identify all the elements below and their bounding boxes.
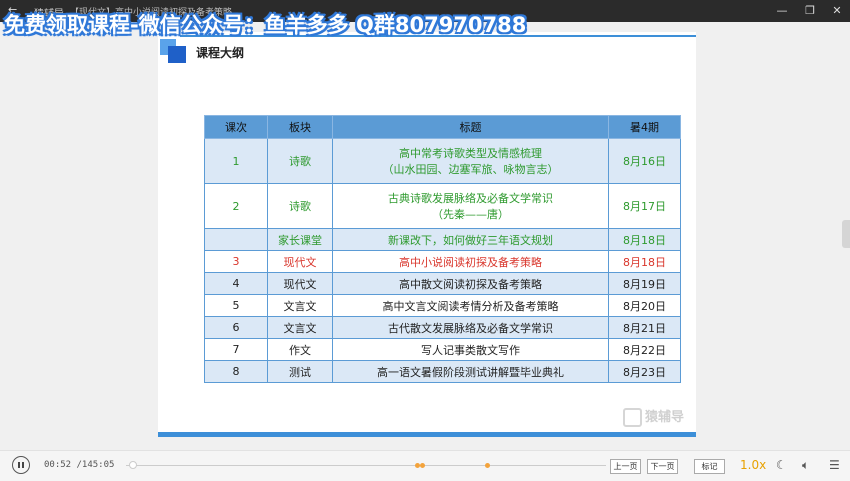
cell-date: 8月21日 bbox=[608, 316, 681, 339]
cell-date: 8月20日 bbox=[608, 294, 681, 317]
cell-block: 文言文 bbox=[267, 316, 333, 339]
cell-lesson: 1 bbox=[204, 138, 268, 184]
restore-button[interactable]: ❐ bbox=[801, 3, 819, 19]
prev-page-button[interactable]: 上一页 bbox=[610, 459, 641, 474]
cell-lesson: 2 bbox=[204, 183, 268, 229]
table-row: 7 作文 写人记事类散文写作 8月22日 bbox=[204, 338, 681, 361]
slide-watermark: 猿辅导 bbox=[622, 406, 684, 427]
playback-speed-button[interactable]: 1.0x bbox=[740, 458, 766, 472]
cell-lesson: 5 bbox=[204, 294, 268, 317]
cell-date: 8月22日 bbox=[608, 338, 681, 361]
cell-title: 古代散文发展脉络及必备文学常识 bbox=[332, 316, 609, 339]
table-row: 3 现代文 高中小说阅读初探及备考策略 8月18日 bbox=[204, 250, 681, 273]
cell-title: 古典诗歌发展脉络及必备文学常识 （先秦——唐） bbox=[332, 183, 609, 229]
title-line: 古典诗歌发展脉络及必备文学常识 bbox=[388, 192, 553, 205]
cell-date: 8月23日 bbox=[608, 360, 681, 383]
cell-lesson: 8 bbox=[204, 360, 268, 383]
table-row: 家长课堂 新课改下，如何做好三年语文规划 8月18日 bbox=[204, 228, 681, 251]
progress-marker[interactable] bbox=[420, 463, 425, 468]
table-row: 6 文言文 古代散文发展脉络及必备文学常识 8月21日 bbox=[204, 316, 681, 339]
title-line: 高中常考诗歌类型及情感梳理 bbox=[399, 147, 542, 160]
lesson-slide: 课程大纲 课次 板块 标题 暑4期 1 诗歌 高中常考诗歌类型及情感梳理 （山水田… bbox=[158, 32, 696, 437]
cell-date: 8月18日 bbox=[608, 250, 681, 273]
next-page-button[interactable]: 下一页 bbox=[647, 459, 678, 474]
table-row: 5 文言文 高中文言文阅读考情分析及备考策略 8月20日 bbox=[204, 294, 681, 317]
cell-lesson: 7 bbox=[204, 338, 268, 361]
progress-marker[interactable] bbox=[485, 463, 490, 468]
player-controls: 00:52 /145:05 上一页 下一页 标记 1.0x ☾ 🔈︎ ☰ bbox=[0, 450, 850, 481]
cell-lesson: 4 bbox=[204, 272, 268, 295]
cell-block: 家长课堂 bbox=[267, 228, 333, 251]
cell-date: 8月17日 bbox=[608, 183, 681, 229]
slide-bottom-rule bbox=[158, 432, 696, 437]
cell-title: 高中常考诗歌类型及情感梳理 （山水田园、边塞军旅、咏物言志） bbox=[332, 138, 609, 184]
cell-title: 高中小说阅读初探及备考策略 bbox=[332, 250, 609, 273]
cell-date: 8月19日 bbox=[608, 272, 681, 295]
course-outline-table: 课次 板块 标题 暑4期 1 诗歌 高中常考诗歌类型及情感梳理 （山水田园、边塞军… bbox=[204, 115, 681, 383]
header-schedule: 暑4期 bbox=[608, 115, 681, 139]
cell-block: 现代文 bbox=[267, 250, 333, 273]
cell-lesson: 6 bbox=[204, 316, 268, 339]
close-button[interactable]: ✕ bbox=[828, 3, 846, 19]
cell-block: 现代文 bbox=[267, 272, 333, 295]
table-row: 8 测试 高一语文暑假阶段测试讲解暨毕业典礼 8月23日 bbox=[204, 360, 681, 383]
table-row: 2 诗歌 古典诗歌发展脉络及必备文学常识 （先秦——唐） 8月17日 bbox=[204, 183, 681, 229]
watermark-logo-icon bbox=[622, 408, 642, 427]
cell-block: 诗歌 bbox=[267, 138, 333, 184]
bookmark-button[interactable]: 标记 bbox=[694, 459, 725, 474]
cell-lesson bbox=[204, 228, 268, 251]
cell-title: 高一语文暑假阶段测试讲解暨毕业典礼 bbox=[332, 360, 609, 383]
watermark-text: 猿辅导 bbox=[644, 410, 684, 425]
cell-lesson: 3 bbox=[204, 250, 268, 273]
cell-title: 新课改下，如何做好三年语文规划 bbox=[332, 228, 609, 251]
cell-title: 高中散文阅读初探及备考策略 bbox=[332, 272, 609, 295]
header-block: 板块 bbox=[267, 115, 333, 139]
table-row: 4 现代文 高中散文阅读初探及备考策略 8月19日 bbox=[204, 272, 681, 295]
menu-icon[interactable]: ☰ bbox=[829, 458, 840, 472]
title-line: （山水田园、边塞军旅、咏物言志） bbox=[382, 163, 559, 176]
promo-overlay-text: 免费领取课程-微信公众号：鱼羊多多 Q群807970788 bbox=[4, 13, 527, 37]
volume-icon[interactable]: 🔈︎ bbox=[802, 458, 809, 473]
cell-date: 8月16日 bbox=[608, 138, 681, 184]
table-header-row: 课次 板块 标题 暑4期 bbox=[204, 115, 681, 139]
cell-block: 文言文 bbox=[267, 294, 333, 317]
playback-time: 00:52 /145:05 bbox=[44, 460, 115, 470]
slide-logo-icon bbox=[160, 39, 186, 63]
cell-date: 8月18日 bbox=[608, 228, 681, 251]
header-lesson: 课次 bbox=[204, 115, 268, 139]
cell-title: 高中文言文阅读考情分析及备考策略 bbox=[332, 294, 609, 317]
side-panel-toggle[interactable] bbox=[842, 220, 850, 248]
header-title: 标题 bbox=[332, 115, 609, 139]
slide-heading: 课程大纲 bbox=[196, 46, 245, 60]
cell-block: 作文 bbox=[267, 338, 333, 361]
night-mode-icon[interactable]: ☾ bbox=[776, 458, 787, 472]
cell-block: 诗歌 bbox=[267, 183, 333, 229]
table-row: 1 诗歌 高中常考诗歌类型及情感梳理 （山水田园、边塞军旅、咏物言志） 8月16日 bbox=[204, 138, 681, 184]
progress-track[interactable] bbox=[126, 465, 606, 466]
minimize-button[interactable]: — bbox=[773, 3, 791, 19]
cell-title: 写人记事类散文写作 bbox=[332, 338, 609, 361]
progress-handle[interactable] bbox=[128, 461, 137, 469]
title-line: （先秦——唐） bbox=[432, 208, 509, 221]
cell-block: 测试 bbox=[267, 360, 333, 383]
pause-icon[interactable] bbox=[12, 456, 30, 474]
